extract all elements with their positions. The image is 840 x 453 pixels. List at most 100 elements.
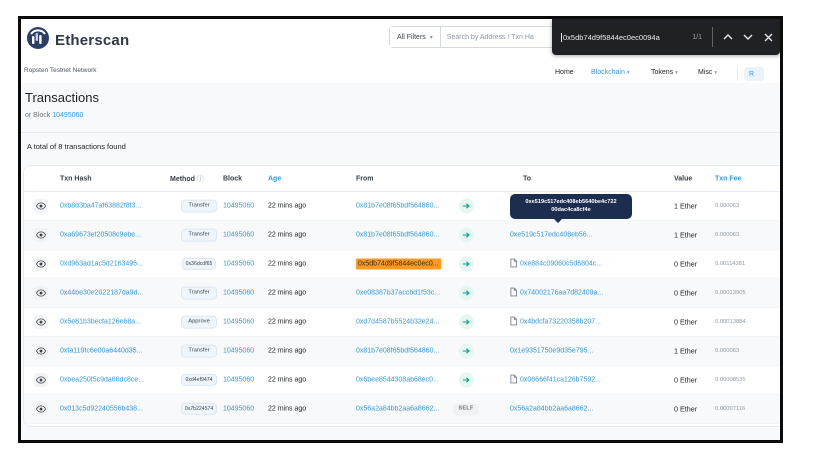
direction-cell: SELF (448, 373, 484, 388)
value-text: 1 Ether (674, 202, 697, 211)
direction-cell: SELF (448, 257, 484, 272)
page-title: Transactions (25, 90, 99, 105)
from-address-link[interactable]: 0xe08387b37accbd1f53c... (356, 290, 440, 297)
age-text: 22 mins ago (268, 406, 306, 413)
value-text: 1 Ether (674, 347, 697, 356)
txn-hash-link[interactable]: 0xd963ad1ac5d2163495... (60, 261, 143, 268)
etherscan-logo[interactable]: Etherscan (26, 26, 129, 55)
txn-hash-link[interactable]: 0xa69673ef20508c9ebe... (60, 232, 141, 239)
block-subtitle: or Block 10495060 (25, 112, 83, 119)
chevron-down-icon: ▾ (675, 70, 678, 76)
direction-cell: SELF (448, 403, 484, 415)
nav-home[interactable]: Home (555, 69, 574, 76)
value-text: 0 Ether (674, 260, 697, 269)
col-header-age[interactable]: Age (268, 175, 281, 182)
table-row: 0xd963ad1ac5d2163495... 0x36dcdf65 10495… (24, 250, 783, 279)
method-cell: Transfer (170, 200, 228, 213)
method-cell: Approve (170, 316, 228, 329)
chevron-up-icon[interactable] (720, 29, 736, 45)
txn-hash-link[interactable]: 0x5e81b3becfa126e68a... (60, 319, 141, 326)
txn-hash-link[interactable]: 0x013c5d92240556b438... (60, 406, 143, 413)
tooltip-caret (554, 219, 562, 227)
direction-cell: SELF (448, 199, 484, 214)
self-badge: SELF (453, 403, 478, 415)
from-address-link[interactable]: 0x81b7e08f65bdf564860... (356, 348, 439, 355)
table-row: 0xb8d3ba47af63882f8f3... Transfer 104950… (24, 192, 783, 221)
from-address-link[interactable]: 0x56a2a84bb2aa6a8662... (356, 406, 439, 413)
method-badge: 0x7b224574 (181, 403, 218, 415)
all-filters-dropdown[interactable]: All Filters ▾ (390, 27, 441, 47)
eye-icon[interactable] (34, 286, 48, 300)
method-badge: 0xd4ef9474 (181, 374, 216, 386)
to-address-link[interactable]: 0x74002176aa7d82409a... (520, 290, 603, 297)
address-tooltip: 0xe519c517edc408eb5640be4c722 00dac4ca8c… (510, 194, 632, 219)
section-divider (21, 132, 780, 133)
block-link[interactable]: 10495060 (223, 203, 254, 210)
method-badge: Transfer (181, 287, 216, 300)
nav-blockchain[interactable]: Blockchain ▾ (591, 69, 630, 76)
method-badge: Transfer (181, 345, 216, 358)
from-address-link[interactable]: 0x81b7e08f65bdf564860... (356, 203, 439, 210)
find-query-input[interactable]: 0x5db74d9f5844ec0ec0094a (561, 33, 688, 42)
eye-icon[interactable] (34, 344, 48, 358)
nav-divider (737, 67, 738, 81)
from-address-link[interactable]: 0x81b7e08f65bdf564860... (356, 232, 439, 239)
block-link[interactable]: 10495060 (223, 319, 254, 326)
chevron-down-icon: ▾ (627, 70, 630, 76)
table-row: 0x5e81b3becfa126e68a... Approve 10495060… (24, 308, 783, 337)
eye-icon[interactable] (34, 315, 48, 329)
eye-icon[interactable] (34, 402, 48, 416)
block-link[interactable]: 10495060 (223, 377, 254, 384)
arrow-right-icon (459, 315, 474, 330)
col-header-from: From (356, 175, 374, 182)
txn-hash-link[interactable]: 0xbea250f5c9da66dc8ce... (60, 377, 144, 384)
eye-icon[interactable] (34, 373, 48, 387)
find-match-count: 1/1 (692, 34, 702, 41)
txn-hash-link[interactable]: 0x44be30e2022187da9d... (60, 290, 143, 297)
to-address-link[interactable]: 0x56a2a84bb2aa6a8662... (510, 406, 593, 413)
block-link[interactable]: 10495060 (223, 290, 254, 297)
method-badge: 0x36dcdf65 (182, 258, 217, 270)
close-icon[interactable] (760, 29, 776, 45)
txn-hash-link[interactable]: 0xfa119fc6e00a6440d35... (60, 348, 142, 355)
to-address-link[interactable]: 0xe519c517edc408eb56... (510, 232, 593, 239)
block-link[interactable]: 10495060 (223, 261, 254, 268)
eye-icon[interactable] (34, 257, 48, 271)
nav-tokens[interactable]: Tokens ▾ (651, 69, 678, 76)
age-text: 22 mins ago (268, 319, 306, 326)
block-link[interactable]: 10495060 (223, 348, 254, 355)
value-text: 0 Ether (674, 289, 697, 298)
eye-icon[interactable] (34, 228, 48, 242)
col-header-txn-fee[interactable]: Txn Fee (715, 175, 741, 182)
arrow-right-icon (459, 286, 474, 301)
method-cell: 0xd4ef9474 (170, 374, 228, 386)
to-address-link[interactable]: 0x1e9351750e9d35e795... (510, 348, 593, 355)
method-cell: 0x36dcdf65 (170, 258, 228, 270)
age-text: 22 mins ago (268, 377, 306, 384)
txn-fee-text: 0.00013905 (715, 290, 746, 296)
nav-misc[interactable]: Misc ▾ (698, 69, 717, 76)
table-row: 0xa69673ef20508c9ebe... Transfer 1049506… (24, 221, 783, 250)
to-cell: 0xe884c09060c5d6804c... (510, 259, 602, 270)
network-switcher-button[interactable]: R (744, 67, 764, 81)
from-address-link[interactable]: 0x5db74d9f5844ec0ec0... (356, 259, 441, 270)
to-address-link[interactable]: 0x06666f41ca126b7592... (520, 377, 601, 384)
txn-hash-link[interactable]: 0xb8d3ba47af63882f8f3... (60, 203, 141, 210)
from-address-link[interactable]: 0xd7d4587b5524b32e24... (356, 319, 439, 326)
col-header-block: Block (223, 175, 242, 182)
block-number-link[interactable]: 10495060 (52, 112, 83, 119)
chevron-down-icon[interactable] (740, 29, 756, 45)
info-icon[interactable]: ⓘ (197, 176, 204, 183)
method-cell: Transfer (170, 345, 228, 358)
block-link[interactable]: 10495060 (223, 406, 254, 413)
txn-fee-text: 0.000063 (715, 232, 739, 238)
block-link[interactable]: 10495060 (223, 232, 254, 239)
eye-icon[interactable] (34, 199, 48, 213)
from-address-link[interactable]: 0x6bee8544308ab68ec0... (356, 377, 439, 384)
direction-cell: SELF (448, 315, 484, 330)
brand-name: Etherscan (55, 32, 129, 49)
to-address-link[interactable]: 0x4bdcfa73220358b207... (520, 319, 601, 326)
to-address-link[interactable]: 0xe884c09060c5d6804c... (520, 261, 602, 268)
col-header-value: Value (674, 175, 692, 182)
network-label: Ropsten Testnet Network (24, 67, 97, 74)
